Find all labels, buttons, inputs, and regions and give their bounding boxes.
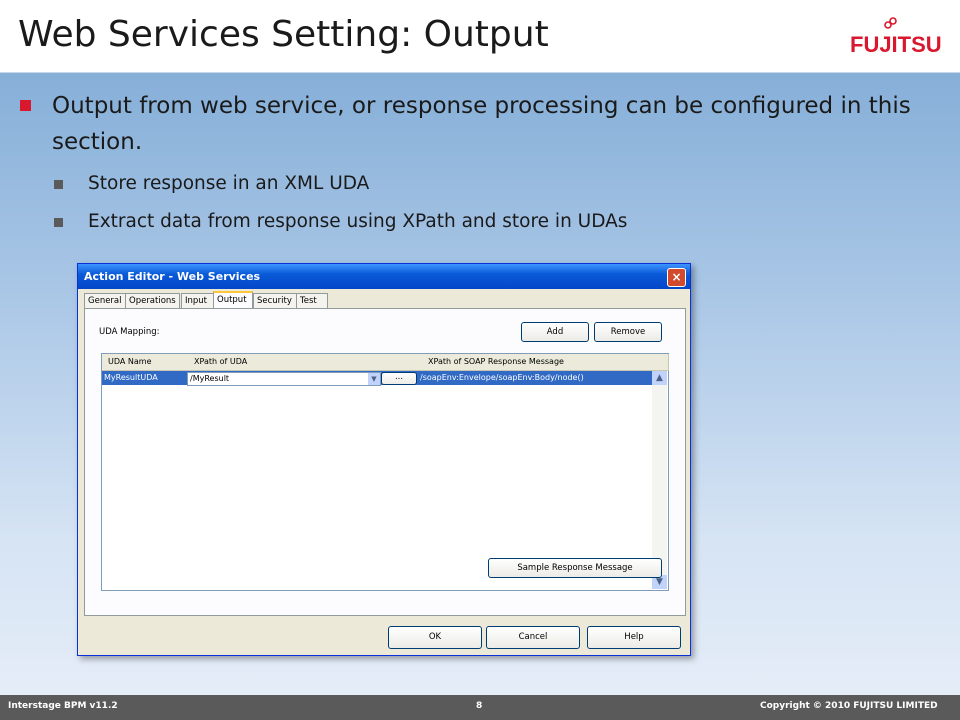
tab-security[interactable]: Security: [253, 293, 298, 309]
sub-bullet-2: Extract data from response using XPath a…: [88, 211, 628, 232]
uda-name-cell[interactable]: MyResultUDA: [104, 371, 184, 385]
column-header-filler: [654, 354, 669, 371]
column-header-uda-name[interactable]: UDA Name: [102, 354, 189, 371]
action-editor-dialog: Action Editor - Web Services × General O…: [77, 263, 691, 656]
slide-title: Web Services Setting: Output: [18, 14, 549, 55]
ok-button[interactable]: OK: [388, 626, 482, 649]
cancel-button[interactable]: Cancel: [486, 626, 580, 649]
xpath-soap-cell[interactable]: /soapEnv:Envelope/soapEnv:Body/node(): [420, 371, 650, 385]
tab-general[interactable]: General: [84, 293, 126, 309]
close-icon[interactable]: ×: [667, 268, 686, 287]
footer-copyright: Copyright © 2010 FUJITSU LIMITED: [760, 701, 938, 711]
scroll-up-icon[interactable]: ▲: [652, 371, 667, 385]
footer-page-number: 8: [476, 701, 483, 711]
sub-bullet-marker: [54, 218, 63, 227]
vertical-scrollbar[interactable]: ▲ ▼: [652, 371, 667, 589]
tab-input[interactable]: Input: [181, 293, 215, 309]
sub-bullet-1: Store response in an XML UDA: [88, 173, 370, 194]
main-bullet: Output from web service, or response pro…: [52, 93, 911, 155]
tab-operations[interactable]: Operations: [125, 293, 180, 309]
slide-header: Web Services Setting: Output FUJITSU: [0, 0, 960, 73]
sample-response-button[interactable]: Sample Response Message: [488, 558, 662, 578]
logo-text: FUJITSU: [850, 32, 942, 57]
dialog-title: Action Editor - Web Services: [84, 270, 261, 283]
sub-bullet-marker: [54, 180, 63, 189]
bullet-marker: [20, 100, 31, 111]
dialog-titlebar[interactable]: Action Editor - Web Services ×: [78, 264, 690, 289]
help-button[interactable]: Help: [587, 626, 681, 649]
column-header-xpath-uda[interactable]: XPath of UDA: [188, 354, 421, 371]
xpath-uda-combo[interactable]: /MyResult ▼: [187, 372, 381, 386]
uda-mapping-label: UDA Mapping:: [99, 327, 160, 337]
uda-mapping-table: UDA Name XPath of UDA XPath of SOAP Resp…: [101, 353, 669, 591]
column-header-xpath-soap[interactable]: XPath of SOAP Response Message: [420, 354, 655, 371]
xpath-uda-value: /MyResult: [190, 374, 230, 383]
add-button[interactable]: Add: [521, 322, 589, 342]
tab-test[interactable]: Test: [296, 293, 328, 309]
slide-footer: Interstage BPM v11.2 8 Copyright © 2010 …: [0, 695, 960, 720]
chevron-down-icon[interactable]: ▼: [368, 373, 380, 385]
remove-button[interactable]: Remove: [594, 322, 662, 342]
browse-button[interactable]: ...: [381, 372, 417, 385]
output-panel: UDA Mapping: Add Remove UDA Name XPath o…: [84, 308, 686, 616]
table-row[interactable]: MyResultUDA /MyResult ▼ ... /soapEnv:Env…: [102, 371, 652, 386]
fujitsu-logo: FUJITSU: [850, 17, 942, 57]
footer-product: Interstage BPM v11.2: [8, 701, 118, 711]
